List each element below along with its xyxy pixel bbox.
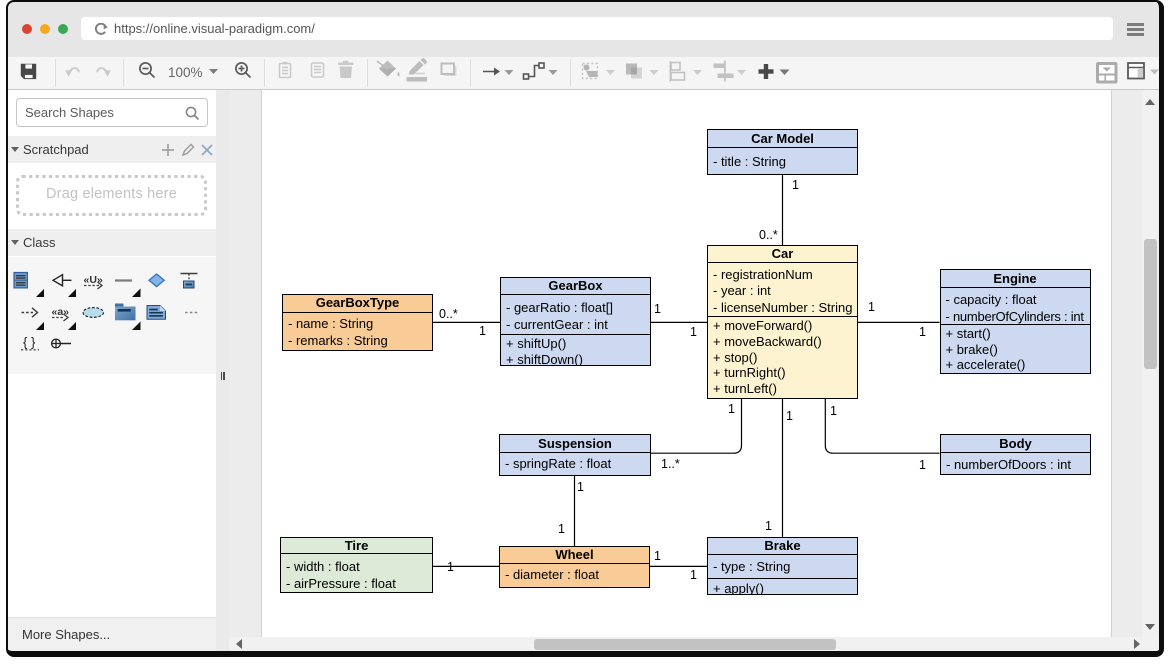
- svg-text:{ }: { }: [23, 334, 36, 349]
